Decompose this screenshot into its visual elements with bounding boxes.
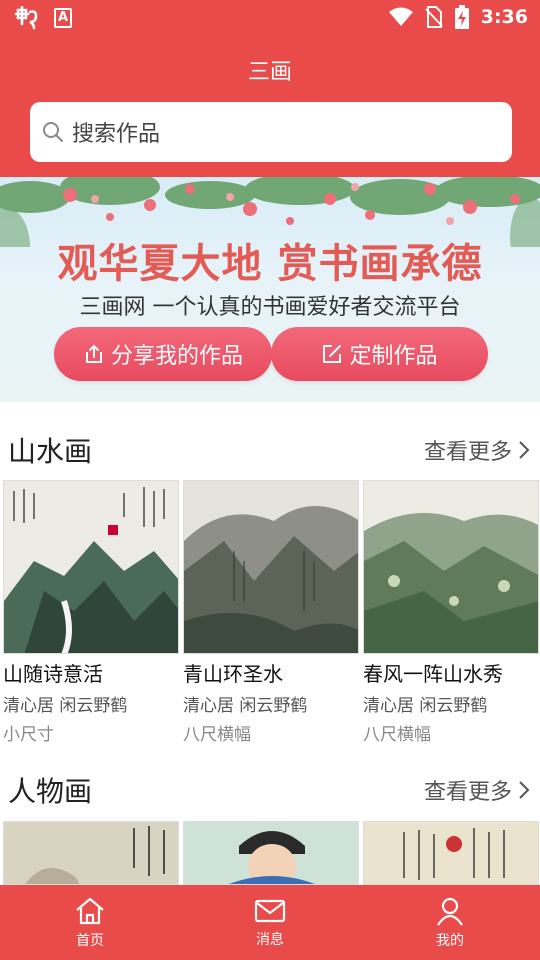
artwork-title: 青山环圣水 (183, 662, 283, 686)
user-icon (437, 897, 463, 926)
banner-slogan: 观华夏大地 赏书画承德 (57, 241, 483, 287)
artwork-card[interactable]: 山随诗意活 清心居 闲云野鹤 小尺寸 (3, 480, 179, 745)
search-icon (43, 122, 63, 142)
artwork-size: 小尺寸 (3, 725, 54, 745)
bottom-nav: 首页 消息 我的 (0, 885, 540, 960)
mail-icon (254, 899, 286, 922)
artwork-card[interactable] (363, 821, 539, 885)
share-works-label: 分享我的作品 (110, 344, 243, 369)
search-placeholder: 搜索作品 (72, 122, 161, 147)
artwork-size: 八尺横幅 (183, 725, 251, 745)
status-bar: A 3:36 (0, 0, 540, 36)
nav-messages-label: 消息 (256, 931, 284, 948)
artwork-card[interactable]: 青山环圣水 清心居 闲云野鹤 八尺横幅 (183, 480, 359, 745)
artwork-thumbnail (363, 480, 539, 654)
app-logo-icon (14, 6, 38, 30)
section-header-landscape: 山水画 查看更多 (0, 420, 540, 476)
wifi-icon (388, 7, 413, 26)
artwork-author: 清心居 闲云野鹤 (363, 696, 488, 716)
section-header-figure: 人物画 查看更多 (0, 760, 540, 816)
artwork-card[interactable] (183, 821, 359, 885)
home-icon (76, 897, 104, 924)
nav-home-label: 首页 (76, 932, 104, 949)
share-works-button[interactable]: 分享我的作品 (54, 327, 272, 381)
artwork-title: 春风一阵山水秀 (363, 662, 503, 686)
no-sim-icon (425, 6, 443, 28)
promo-banner[interactable]: 观华夏大地 赏书画承德 三画网 一个认真的书画爱好者交流平台 分享我的作品 定制… (0, 177, 540, 402)
artwork-thumbnail (3, 480, 179, 654)
artwork-card[interactable]: 春风一阵山水秀 清心居 闲云野鹤 八尺横幅 (363, 480, 539, 745)
custom-works-label: 定制作品 (349, 344, 438, 369)
artwork-title: 山随诗意活 (3, 662, 103, 686)
banner-subtitle: 三画网 一个认真的书画爱好者交流平台 (79, 295, 461, 320)
artwork-author: 清心居 闲云野鹤 (3, 696, 128, 716)
section-title: 山水画 (8, 435, 93, 468)
app-header: 三画 搜索作品 (0, 36, 540, 177)
artwork-thumbnail (183, 821, 359, 885)
edit-icon (323, 345, 342, 363)
app-badge-icon: A (54, 8, 72, 28)
battery-charging-icon (454, 5, 469, 29)
chevron-right-icon (519, 781, 530, 799)
artwork-thumbnail (363, 821, 539, 885)
clock: 3:36 (480, 6, 528, 28)
page-title: 三画 (247, 60, 292, 85)
section-title: 人物画 (8, 775, 93, 808)
nav-mine[interactable]: 我的 (360, 885, 540, 960)
view-more-link[interactable]: 查看更多 (424, 774, 530, 806)
artwork-size: 八尺横幅 (363, 725, 431, 745)
custom-works-button[interactable]: 定制作品 (271, 327, 488, 381)
view-more-link[interactable]: 查看更多 (424, 434, 530, 466)
nav-mine-label: 我的 (436, 932, 464, 949)
artwork-card[interactable] (3, 821, 179, 885)
share-icon (85, 344, 102, 363)
view-more-label: 查看更多 (423, 780, 512, 805)
nav-home[interactable]: 首页 (0, 885, 180, 960)
search-input[interactable]: 搜索作品 (30, 102, 512, 162)
artwork-author: 清心居 闲云野鹤 (183, 696, 308, 716)
artwork-thumbnail (183, 480, 359, 654)
artwork-thumbnail (3, 821, 179, 885)
nav-messages[interactable]: 消息 (180, 885, 360, 960)
view-more-label: 查看更多 (423, 440, 512, 465)
chevron-right-icon (519, 441, 530, 459)
